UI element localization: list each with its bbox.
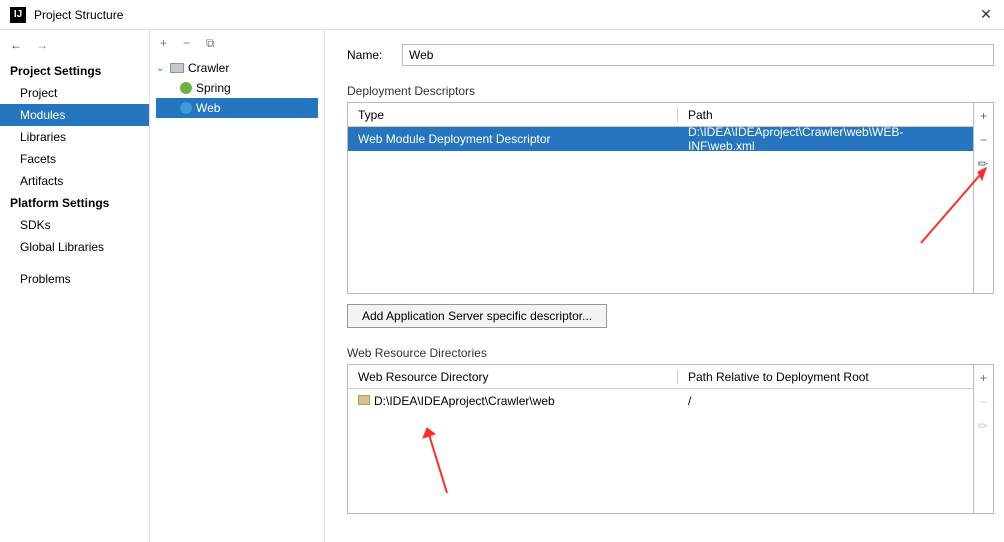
module-tree-panel: + − ⧉ ⌄ Crawler Spring Web [150, 30, 325, 542]
titlebar: IJ Project Structure ✕ [0, 0, 1004, 30]
sidebar-item-problems[interactable]: Problems [0, 268, 149, 290]
add-descriptor-button[interactable]: Add Application Server specific descript… [347, 304, 607, 328]
sidebar-section-platform: Platform Settings [0, 192, 149, 214]
spring-icon [180, 82, 192, 94]
main-panel: Name: Deployment Descriptors Type Path W… [325, 30, 1004, 542]
tree-node-crawler[interactable]: ⌄ Crawler [156, 58, 318, 78]
close-button[interactable]: ✕ [978, 7, 994, 23]
wr-edit-icon[interactable]: ✎ [975, 417, 992, 434]
sidebar-item-libraries[interactable]: Libraries [0, 126, 149, 148]
app-logo-icon: IJ [10, 7, 26, 23]
dd-edit-icon[interactable]: ✎ [975, 155, 992, 172]
dd-row-path: D:\IDEA\IDEAproject\Crawler\web\WEB-INF\… [678, 125, 973, 153]
wr-col-rel: Path Relative to Deployment Root [678, 370, 973, 384]
tree-label: Web [196, 101, 220, 115]
wr-row-rel: / [678, 394, 973, 408]
dd-section-label: Deployment Descriptors [347, 84, 994, 98]
sidebar-item-project[interactable]: Project [0, 82, 149, 104]
settings-sidebar: ← → Project Settings Project Modules Lib… [0, 30, 150, 542]
sidebar-section-project: Project Settings [0, 60, 149, 82]
tree-node-web[interactable]: Web [156, 98, 318, 118]
wr-row-dir: D:\IDEA\IDEAproject\Crawler\web [348, 394, 678, 408]
sidebar-item-sdks[interactable]: SDKs [0, 214, 149, 236]
tree-label: Spring [196, 81, 231, 95]
dd-panel: Type Path Web Module Deployment Descript… [347, 102, 994, 294]
wr-panel: Web Resource Directory Path Relative to … [347, 364, 994, 514]
name-input[interactable] [402, 44, 994, 66]
dd-row-type: Web Module Deployment Descriptor [348, 132, 678, 146]
folder-icon [170, 63, 184, 73]
forward-icon[interactable]: → [36, 38, 48, 52]
wr-row[interactable]: D:\IDEA\IDEAproject\Crawler\web / [348, 389, 973, 413]
wr-col-dir: Web Resource Directory [348, 370, 678, 384]
sidebar-item-global-libraries[interactable]: Global Libraries [0, 236, 149, 258]
tree-label: Crawler [188, 61, 229, 75]
back-icon[interactable]: ← [10, 38, 22, 52]
wr-add-icon[interactable]: + [980, 371, 987, 385]
dd-col-type: Type [348, 108, 678, 122]
tree-node-spring[interactable]: Spring [156, 78, 318, 98]
dd-col-path: Path [678, 108, 973, 122]
sidebar-item-modules[interactable]: Modules [0, 104, 149, 126]
add-module-icon[interactable]: + [160, 36, 167, 50]
web-icon [180, 102, 192, 114]
name-label: Name: [347, 48, 402, 62]
sidebar-item-artifacts[interactable]: Artifacts [0, 170, 149, 192]
dd-row[interactable]: Web Module Deployment Descriptor D:\IDEA… [348, 127, 973, 151]
dd-remove-icon[interactable]: − [980, 133, 987, 147]
copy-module-icon[interactable]: ⧉ [206, 36, 215, 51]
folder-icon [358, 395, 370, 405]
wr-remove-icon[interactable]: − [980, 395, 987, 409]
remove-module-icon[interactable]: − [183, 36, 190, 50]
dd-add-icon[interactable]: + [980, 109, 987, 123]
sidebar-item-facets[interactable]: Facets [0, 148, 149, 170]
expand-icon[interactable]: ⌄ [156, 63, 166, 74]
window-title: Project Structure [34, 8, 978, 22]
wr-section-label: Web Resource Directories [347, 346, 994, 360]
